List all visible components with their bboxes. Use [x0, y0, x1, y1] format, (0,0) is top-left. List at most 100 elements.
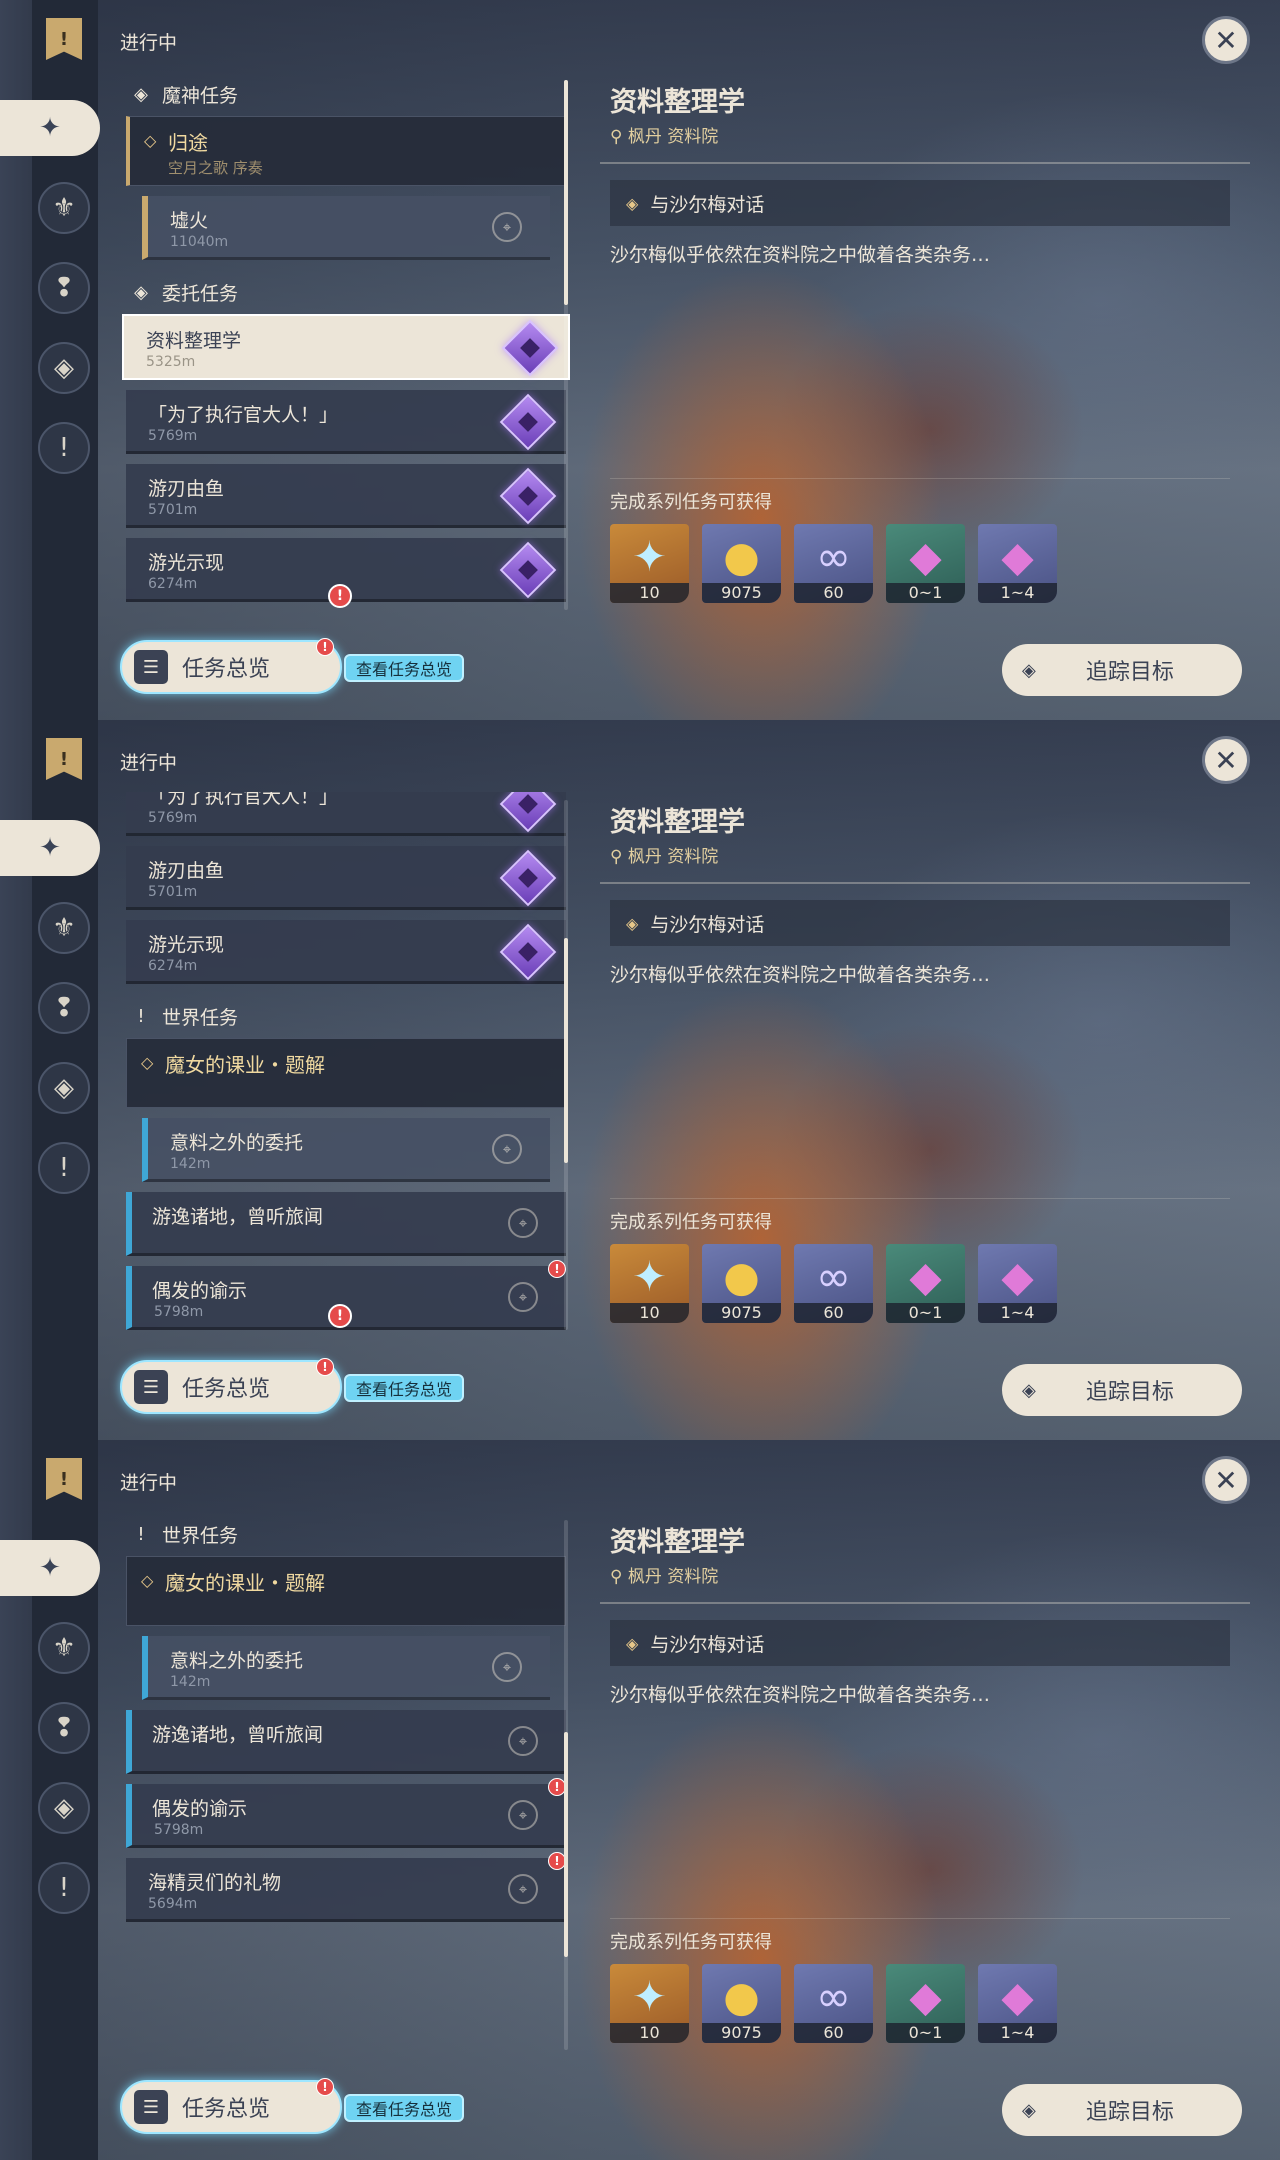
scroll-thumb[interactable]: [564, 1732, 568, 1957]
alert-icon: !: [316, 2078, 334, 2096]
location-pin-icon[interactable]: ⌖: [508, 1282, 538, 1312]
track-button[interactable]: ◈ 追踪目标: [1002, 2084, 1242, 2136]
world-quest-icon[interactable]: ❢: [38, 262, 90, 314]
quest-fish[interactable]: 游刃由鱼 5701m: [126, 846, 566, 910]
commission-icon: [499, 541, 557, 599]
location-pin-icon[interactable]: ⌖: [508, 1800, 538, 1830]
commission-icon: [499, 849, 557, 907]
exclamation-icon[interactable]: !: [38, 422, 90, 474]
archon-quest-icon[interactable]: ✦: [0, 820, 100, 876]
crystal-cluster-icon[interactable]: ◆ 1~4: [978, 524, 1057, 603]
quest-description: 沙尔梅似乎依然在资料院之中做着各类杂务…: [610, 1684, 991, 1706]
crystal-cluster-icon[interactable]: ◆ 1~4: [978, 1244, 1057, 1323]
mora-icon[interactable]: ● 9075: [702, 524, 781, 603]
world-quest-icon[interactable]: ❢: [38, 1702, 90, 1754]
quest-homeward[interactable]: ◇ 归途 空月之歌 序奏: [126, 116, 566, 186]
quest-location: ⚲ 枫丹 资料院: [610, 1567, 719, 1587]
archon-section-icon: ◈: [134, 83, 148, 105]
track-button[interactable]: ◈ 追踪目标: [1002, 1364, 1242, 1416]
quest-officer[interactable]: 「为了执行官大人！」 5769m: [126, 390, 566, 454]
quest-wander[interactable]: 游逸诸地，曾听旅闻 ⌖: [126, 1710, 566, 1774]
scroll-thumb[interactable]: [564, 80, 568, 305]
mora-icon[interactable]: ● 9075: [702, 1964, 781, 2043]
location-pin-icon[interactable]: ⌖: [492, 1134, 522, 1164]
close-button[interactable]: ✕: [1202, 736, 1250, 784]
quest-overview-button[interactable]: ☰ 任务总览 !: [120, 638, 342, 694]
sidebar: ! ✦ ⚜ ❢ ◈ !: [0, 1440, 100, 2160]
commission-icon: [499, 467, 557, 525]
location-pin-icon[interactable]: ⌖: [492, 212, 522, 242]
quest-oceanid[interactable]: 海精灵们的礼物 5694m ⌖ !: [126, 1852, 566, 1922]
quest-location: ⚲ 枫丹 资料院: [610, 127, 719, 147]
quest-officer[interactable]: 「为了执行官大人！」 5769m: [126, 792, 566, 836]
crystal-chunk-icon[interactable]: ◆ 0~1: [886, 524, 965, 603]
quest-unexpected[interactable]: 意料之外的委托 142m ⌖: [142, 1636, 550, 1700]
primogem-icon[interactable]: ✦ 10: [610, 1244, 689, 1323]
overview-tooltip: 查看任务总览: [344, 1374, 465, 1402]
screen-frame-2: ! ✦ ⚜ ❢ ◈ ! 进行中 「为了执行官大人！」 5769m 游刃由鱼 57…: [0, 720, 1280, 1440]
exclamation-icon[interactable]: !: [38, 1142, 90, 1194]
exclamation-icon[interactable]: !: [38, 1862, 90, 1914]
quest-wander[interactable]: 游逸诸地，曾听旅闻 ⌖: [126, 1192, 566, 1256]
close-button[interactable]: ✕: [1202, 1456, 1250, 1504]
quest-overview-button[interactable]: ☰ 任务总览 !: [120, 2078, 342, 2134]
quest-detail-panel: ✕ 资料整理学 ⚲ 枫丹 资料院 ◈ 与沙尔梅对话 沙尔梅似乎依然在资料院之中做…: [590, 720, 1280, 1440]
crystal-chunk-icon[interactable]: ◆ 0~1: [886, 1964, 965, 2043]
in-progress-label: 进行中: [120, 32, 178, 54]
close-button[interactable]: ✕: [1202, 16, 1250, 64]
crystal-chunk-icon[interactable]: ◆ 0~1: [886, 1244, 965, 1323]
track-button[interactable]: ◈ 追踪目标: [1002, 644, 1242, 696]
alert-icon: !: [328, 584, 352, 608]
friendship-exp-icon[interactable]: ∞ 60: [794, 1244, 873, 1323]
scrollbar[interactable]: [564, 800, 568, 1330]
commission-icon[interactable]: ◈: [38, 1782, 90, 1834]
quest-ember[interactable]: 墟火 11040m ⌖: [142, 196, 550, 260]
commission-icon[interactable]: ◈: [38, 1062, 90, 1114]
friendship-exp-icon[interactable]: ∞ 60: [794, 524, 873, 603]
quest-witch[interactable]: ◇ 魔女的课业・题解: [126, 1556, 566, 1626]
diamond-icon: ◇: [141, 1053, 154, 1072]
quest-fish[interactable]: 游刃由鱼 5701m: [126, 464, 566, 528]
friendship-exp-icon[interactable]: ∞ 60: [794, 1964, 873, 2043]
in-progress-label: 进行中: [120, 752, 178, 774]
quest-witch[interactable]: ◇ 魔女的课业・题解: [126, 1038, 566, 1108]
rewards-label: 完成系列任务可获得: [610, 1932, 772, 1953]
quest-list[interactable]: ! 世界任务 ◇ 魔女的课业・题解 意料之外的委托 142m ⌖ 游逸诸地，曾听…: [112, 1512, 572, 2052]
primogem-icon[interactable]: ✦ 10: [610, 524, 689, 603]
quest-overview-button[interactable]: ☰ 任务总览 !: [120, 1358, 342, 1414]
in-progress-label: 进行中: [120, 1472, 178, 1494]
archon-quest-icon[interactable]: ✦: [0, 100, 100, 156]
sidebar: ! ✦ ⚜ ❢ ◈ !: [0, 720, 100, 1440]
location-icon: ⚲: [610, 1567, 628, 1587]
mora-icon[interactable]: ● 9075: [702, 1244, 781, 1323]
location-pin-icon[interactable]: ⌖: [508, 1874, 538, 1904]
quest-detail-panel: ✕ 资料整理学 ⚲ 枫丹 资料院 ◈ 与沙尔梅对话 沙尔梅似乎依然在资料院之中做…: [590, 0, 1280, 720]
world-quest-icon[interactable]: ❢: [38, 982, 90, 1034]
location-pin-icon[interactable]: ⌖: [508, 1726, 538, 1756]
quest-list[interactable]: ◈ 魔神任务 ◇ 归途 空月之歌 序奏 墟火 11040m ⌖ ◈ 委托任务 资…: [112, 72, 572, 612]
story-quest-icon[interactable]: ⚜: [38, 1622, 90, 1674]
track-diamond-icon: ◈: [1022, 1379, 1036, 1401]
location-pin-icon[interactable]: ⌖: [492, 1652, 522, 1682]
world-section-icon: !: [137, 1523, 145, 1545]
location-pin-icon[interactable]: ⌖: [508, 1208, 538, 1238]
quest-study[interactable]: 资料整理学 5325m: [122, 314, 570, 380]
story-quest-icon[interactable]: ⚜: [38, 902, 90, 954]
quest-list[interactable]: 「为了执行官大人！」 5769m 游刃由鱼 5701m 游光示现 6274m !…: [112, 792, 572, 1332]
quest-unexpected[interactable]: 意料之外的委托 142m ⌖: [142, 1118, 550, 1182]
primogem-icon[interactable]: ✦ 10: [610, 1964, 689, 2043]
commission-icon: [501, 319, 559, 377]
story-quest-icon[interactable]: ⚜: [38, 182, 90, 234]
quest-light[interactable]: 游光示现 6274m: [126, 920, 566, 984]
scrollbar[interactable]: [564, 80, 568, 610]
crystal-cluster-icon[interactable]: ◆ 1~4: [978, 1964, 1057, 2043]
quest-title: 资料整理学: [610, 807, 745, 838]
scrollbar[interactable]: [564, 1520, 568, 2050]
commission-section-icon: ◈: [134, 281, 148, 303]
archon-quest-icon[interactable]: ✦: [0, 1540, 100, 1596]
commission-icon[interactable]: ◈: [38, 342, 90, 394]
quest-omen[interactable]: 偶发的谕示 5798m ⌖ !: [126, 1778, 566, 1848]
commission-icon: [499, 923, 557, 981]
scroll-thumb[interactable]: [564, 938, 568, 1163]
section-archon: ◈ 魔神任务: [112, 72, 572, 116]
